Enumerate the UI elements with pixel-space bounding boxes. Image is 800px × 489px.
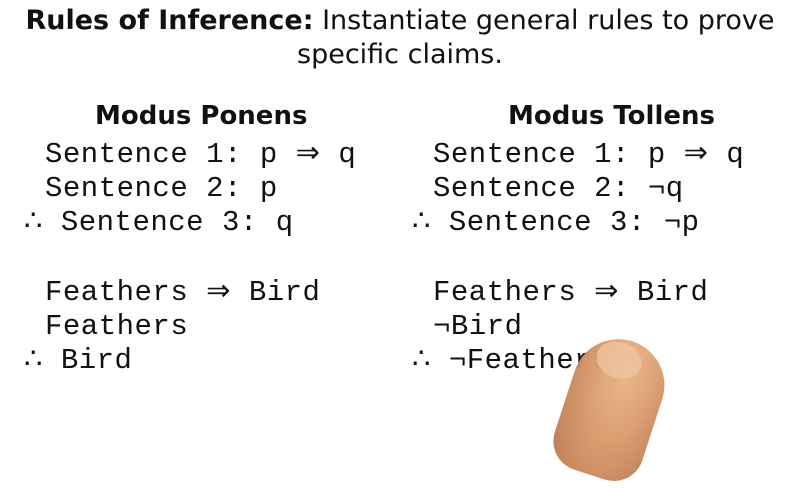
mp-line-1: Sentence 1: p ⇒ q — [45, 138, 357, 171]
mt-line-1: Sentence 1: p ⇒ q — [433, 138, 745, 171]
mp-example-3: ∴ Bird — [24, 344, 133, 377]
mt-example-1: Feathers ⇒ Bird — [433, 276, 709, 309]
mt-example-2: ¬Bird — [433, 310, 523, 343]
title-bold: Rules of Inference: — [25, 5, 314, 36]
mt-line-3: ∴ Sentence 3: ¬p — [412, 206, 700, 239]
slide-title: Rules of Inference: Instantiate general … — [0, 4, 800, 72]
mp-line-3: ∴ Sentence 3: q — [24, 206, 294, 239]
mp-example-1: Feathers ⇒ Bird — [45, 276, 321, 309]
mp-example-2: Feathers — [45, 310, 189, 343]
title-rest: Instantiate general rules to prove — [313, 5, 775, 36]
modus-tollens-heading: Modus Tollens — [508, 101, 715, 131]
mt-line-2: Sentence 2: ¬q — [433, 172, 684, 205]
mp-line-2: Sentence 2: p — [45, 172, 278, 205]
modus-ponens-heading: Modus Ponens — [95, 101, 308, 131]
title-line2: specific claims. — [297, 39, 503, 70]
